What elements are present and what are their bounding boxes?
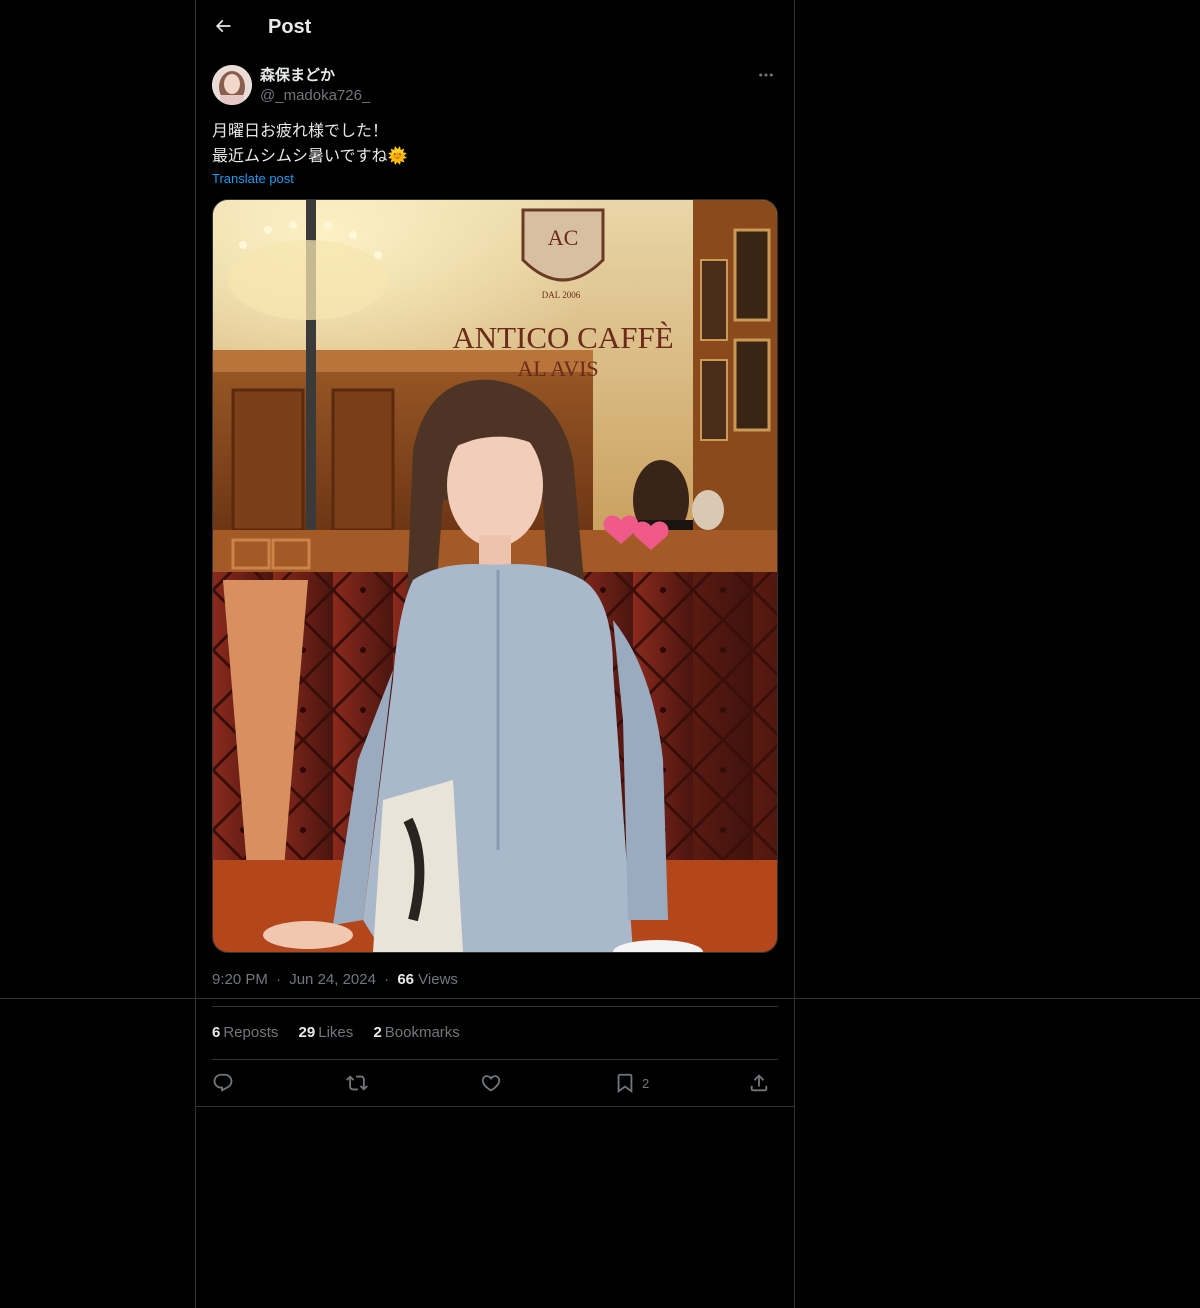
- bookmark-icon: [617, 1073, 633, 1094]
- post-meta: 9:20 PM · Jun 24, 2024 · 66 Views: [212, 970, 458, 990]
- crest-subtext: DAL 2006: [542, 290, 581, 300]
- engagement-stats: 6 Reposts 29 Likes 2 Bookmarks: [212, 1023, 476, 1043]
- divider: [196, 1106, 794, 1107]
- bookmark-button[interactable]: 2: [614, 1071, 649, 1095]
- views-count: 66: [397, 971, 414, 988]
- more-icon: [759, 73, 773, 77]
- likes-count: 29: [298, 1024, 316, 1041]
- reposts-label: Reposts: [223, 1024, 279, 1041]
- meta-separator: ·: [276, 971, 282, 988]
- post-time[interactable]: 9:20 PM: [212, 971, 268, 988]
- share-icon: [750, 1074, 768, 1092]
- repost-button[interactable]: [346, 1071, 368, 1095]
- page-title: Post: [268, 16, 312, 38]
- post-text-line: 月曜日お疲れ様でした！: [212, 123, 389, 140]
- post-text: 月曜日お疲れ様でした！ 最近ムシムシ暑いですね🌞: [212, 119, 778, 169]
- like-button[interactable]: [480, 1071, 502, 1095]
- post-image[interactable]: AC DAL 2006 ANTICO CAFFÈ AL AVIS: [212, 199, 778, 953]
- reply-button[interactable]: [212, 1071, 234, 1095]
- bookmarks-count: 2: [373, 1024, 382, 1041]
- back-button[interactable]: [208, 11, 238, 41]
- likes-stat[interactable]: 29 Likes: [299, 1024, 354, 1041]
- reposts-stat[interactable]: 6 Reposts: [212, 1024, 278, 1041]
- display-name[interactable]: 森保まどか: [260, 66, 335, 86]
- handle[interactable]: @_madoka726_: [260, 86, 370, 106]
- repost-icon: [346, 1075, 368, 1091]
- post-date[interactable]: Jun 24, 2024: [289, 971, 376, 988]
- sign-text: ANTICO CAFFÈ: [452, 320, 673, 355]
- crest-text: AC: [548, 225, 579, 250]
- sign-text-2: AL AVIS: [517, 356, 598, 381]
- header: Post: [196, 0, 794, 54]
- share-button[interactable]: [748, 1071, 770, 1095]
- translate-link[interactable]: Translate post: [212, 170, 294, 188]
- arrow-left-icon: [215, 19, 231, 33]
- reply-icon: [213, 1073, 233, 1092]
- bookmarks-label: Bookmarks: [384, 1024, 460, 1041]
- divider: [212, 1006, 778, 1007]
- heart-icon: [481, 1075, 501, 1092]
- post-author: 森保まどか @_madoka726_: [212, 64, 778, 108]
- primary-column: Post 森保まどか @_madoka726_ 月曜日お疲れ様でした！ 最近ムシ…: [195, 0, 795, 1308]
- views-label: Views: [418, 971, 458, 988]
- likes-label: Likes: [318, 1024, 354, 1041]
- avatar[interactable]: [212, 65, 252, 105]
- meta-separator: ·: [384, 971, 390, 988]
- action-bar: 2: [212, 1060, 778, 1106]
- reposts-count: 6: [212, 1024, 221, 1041]
- bookmark-count: 2: [642, 1075, 650, 1091]
- bookmarks-stat[interactable]: 2 Bookmarks: [373, 1024, 459, 1041]
- more-options-button[interactable]: [754, 64, 778, 86]
- post-text-line: 最近ムシムシ暑いですね🌞: [212, 148, 408, 165]
